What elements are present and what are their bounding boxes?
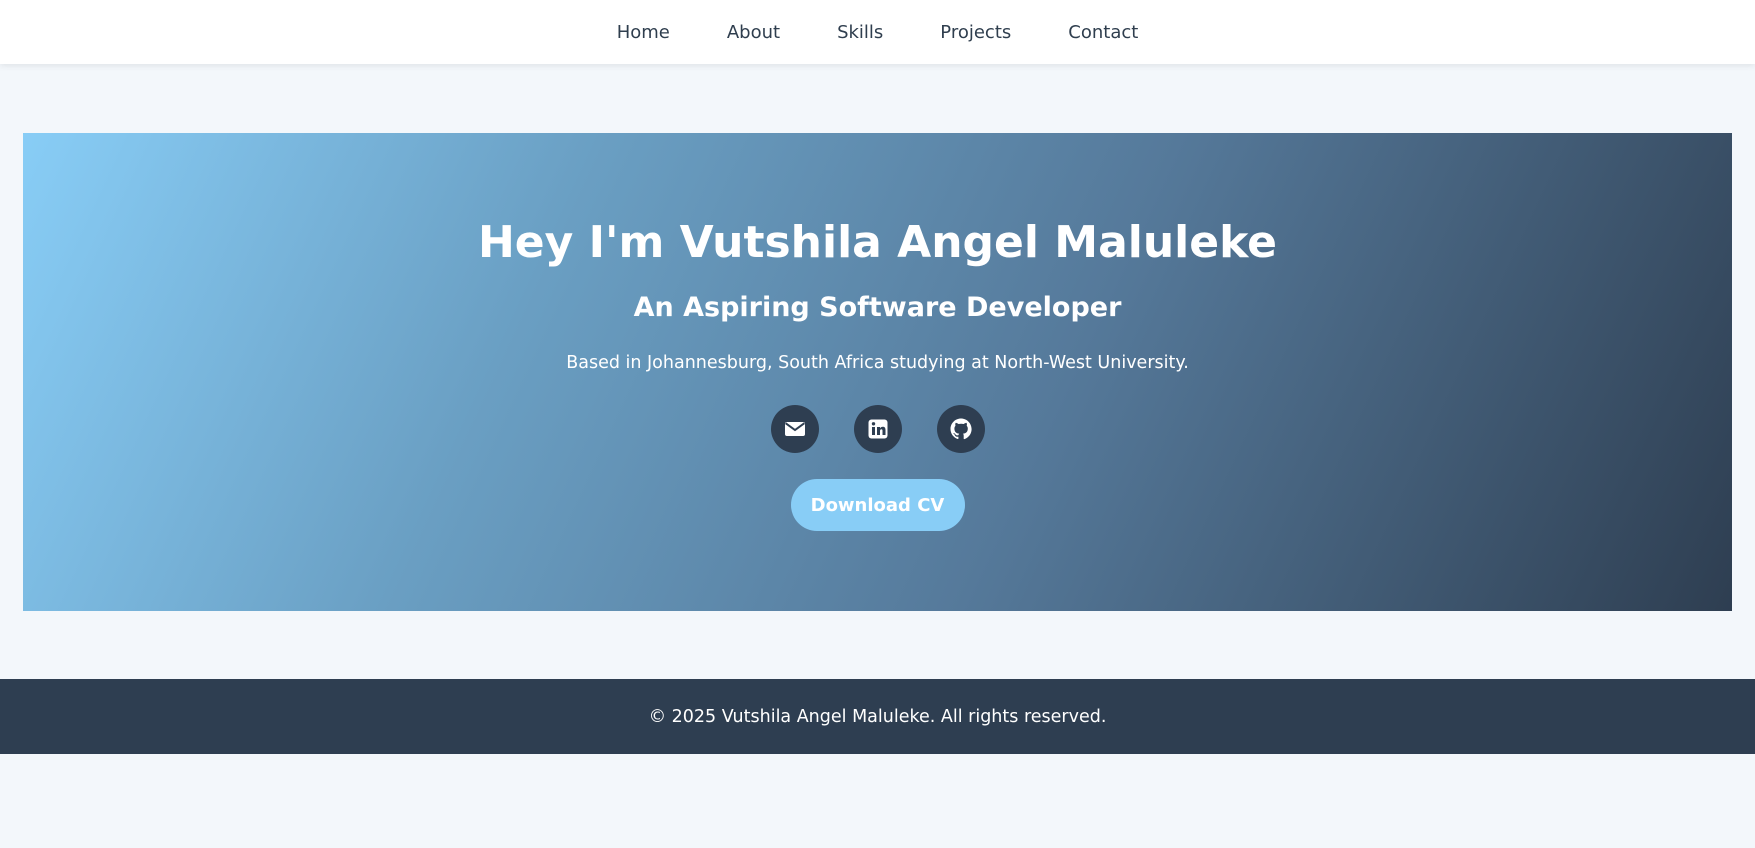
social-links [770, 405, 985, 453]
nav-item-projects: Projects [912, 16, 1040, 49]
linkedin-icon [866, 417, 890, 441]
hero-subtitle: An Aspiring Software Developer [633, 292, 1122, 323]
nav-item-skills: Skills [809, 16, 912, 49]
envelope-icon [783, 417, 807, 441]
hero-section: Hey I'm Vutshila Angel Maluleke An Aspir… [23, 133, 1732, 611]
nav-menu: Home About Skills Projects Contact [588, 16, 1167, 49]
nav-link-contact[interactable]: Contact [1068, 16, 1138, 49]
linkedin-link[interactable] [853, 405, 902, 453]
nav-link-skills[interactable]: Skills [837, 16, 883, 49]
github-icon [949, 417, 973, 441]
nav-link-projects[interactable]: Projects [940, 16, 1011, 49]
footer-copyright: © 2025 Vutshila Angel Maluleke. All righ… [648, 706, 1107, 727]
top-navigation: Home About Skills Projects Contact [0, 0, 1755, 64]
footer: © 2025 Vutshila Angel Maluleke. All righ… [0, 679, 1755, 754]
hero-location-text: Based in Johannesburg, South Africa stud… [566, 353, 1189, 373]
download-cv-button[interactable]: Download CV [790, 479, 965, 531]
nav-item-home: Home [588, 16, 698, 49]
email-link[interactable] [770, 405, 819, 453]
nav-link-about[interactable]: About [727, 16, 780, 49]
github-link[interactable] [936, 405, 985, 453]
nav-link-home[interactable]: Home [617, 16, 670, 49]
hero-title: Hey I'm Vutshila Angel Maluleke [477, 217, 1278, 268]
nav-item-about: About [698, 16, 808, 49]
nav-item-contact: Contact [1040, 16, 1167, 49]
